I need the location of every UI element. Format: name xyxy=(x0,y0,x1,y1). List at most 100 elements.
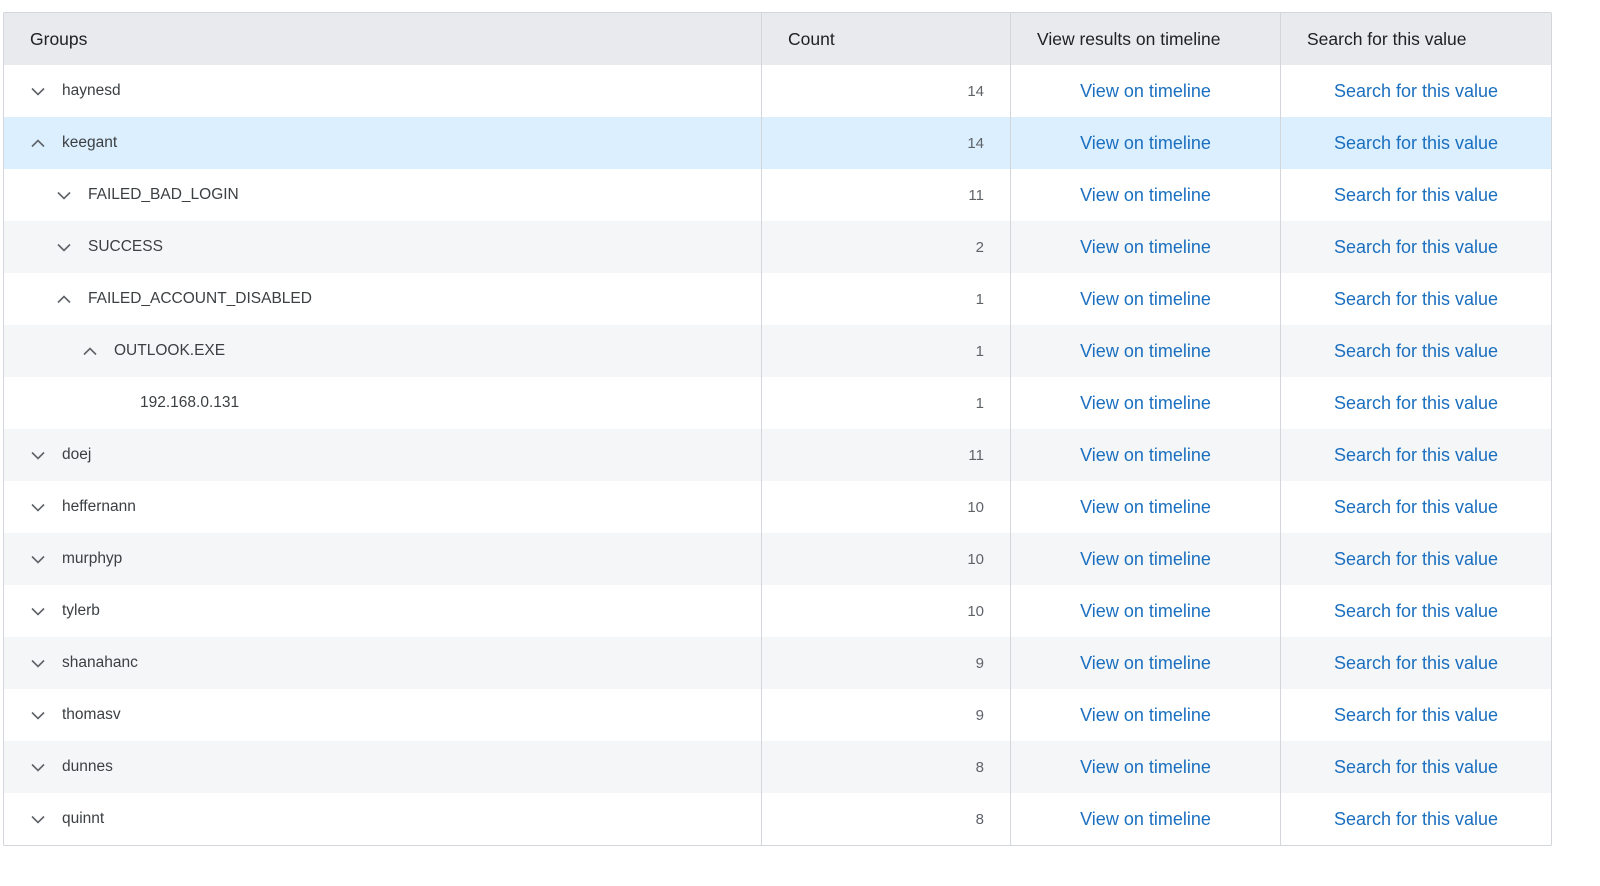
group-label: FAILED_ACCOUNT_DISABLED xyxy=(88,290,312,307)
search-cell: Search for this value xyxy=(1281,377,1551,429)
view-on-timeline-link[interactable]: View on timeline xyxy=(1080,549,1211,570)
group-label: thomasv xyxy=(62,706,121,723)
group-cell: dunnes xyxy=(4,741,762,793)
search-for-value-link[interactable]: Search for this value xyxy=(1334,133,1498,154)
group-label: quinnt xyxy=(62,810,105,827)
table-row[interactable]: heffernann 10 View on timeline Search for t… xyxy=(4,481,1551,533)
table-row[interactable]: dunnes 8 View on timeline Search for this v… xyxy=(4,741,1551,793)
search-cell: Search for this value xyxy=(1281,117,1551,169)
search-for-value-link[interactable]: Search for this value xyxy=(1334,549,1498,570)
chevron-down-icon[interactable] xyxy=(30,551,46,567)
chevron-down-icon[interactable] xyxy=(56,239,72,255)
view-on-timeline-link[interactable]: View on timeline xyxy=(1080,497,1211,518)
search-for-value-link[interactable]: Search for this value xyxy=(1334,601,1498,622)
count-cell: 14 xyxy=(762,65,1011,117)
view-on-timeline-link[interactable]: View on timeline xyxy=(1080,341,1211,362)
chevron-up-icon[interactable] xyxy=(30,135,46,151)
search-for-value-link[interactable]: Search for this value xyxy=(1334,185,1498,206)
view-on-timeline-link[interactable]: View on timeline xyxy=(1080,757,1211,778)
group-label: tylerb xyxy=(62,602,100,619)
group-cell: doej xyxy=(4,429,762,481)
chevron-down-icon[interactable] xyxy=(30,83,46,99)
search-for-value-link[interactable]: Search for this value xyxy=(1334,497,1498,518)
search-cell: Search for this value xyxy=(1281,325,1551,377)
group-cell: tylerb xyxy=(4,585,762,637)
table-row[interactable]: OUTLOOK.EXE 1 View on timeline Search for t… xyxy=(4,325,1551,377)
view-on-timeline-link[interactable]: View on timeline xyxy=(1080,705,1211,726)
chevron-down-icon[interactable] xyxy=(30,499,46,515)
view-on-timeline-link[interactable]: View on timeline xyxy=(1080,653,1211,674)
search-for-value-link[interactable]: Search for this value xyxy=(1334,445,1498,466)
count-cell: 8 xyxy=(762,793,1011,845)
group-label: doej xyxy=(62,446,92,463)
view-cell: View on timeline xyxy=(1011,377,1281,429)
chevron-down-icon[interactable] xyxy=(30,603,46,619)
view-on-timeline-link[interactable]: View on timeline xyxy=(1080,445,1211,466)
view-on-timeline-link[interactable]: View on timeline xyxy=(1080,81,1211,102)
count-cell: 10 xyxy=(762,585,1011,637)
view-cell: View on timeline xyxy=(1011,169,1281,221)
view-on-timeline-link[interactable]: View on timeline xyxy=(1080,133,1211,154)
group-cell: SUCCESS xyxy=(4,221,762,273)
search-for-value-link[interactable]: Search for this value xyxy=(1334,341,1498,362)
search-for-value-link[interactable]: Search for this value xyxy=(1334,81,1498,102)
chevron-down-icon[interactable] xyxy=(30,811,46,827)
view-on-timeline-link[interactable]: View on timeline xyxy=(1080,289,1211,310)
column-header-count[interactable]: Count xyxy=(762,13,1011,65)
table-row[interactable]: SUCCESS 2 View on timeline Search for this … xyxy=(4,221,1551,273)
search-cell: Search for this value xyxy=(1281,273,1551,325)
search-for-value-link[interactable]: Search for this value xyxy=(1334,289,1498,310)
view-cell: View on timeline xyxy=(1011,273,1281,325)
view-cell: View on timeline xyxy=(1011,793,1281,845)
search-for-value-link[interactable]: Search for this value xyxy=(1334,757,1498,778)
search-for-value-link[interactable]: Search for this value xyxy=(1334,705,1498,726)
chevron-down-icon[interactable] xyxy=(56,187,72,203)
search-cell: Search for this value xyxy=(1281,429,1551,481)
search-for-value-link[interactable]: Search for this value xyxy=(1334,809,1498,830)
column-header-groups[interactable]: Groups xyxy=(4,13,762,65)
search-for-value-link[interactable]: Search for this value xyxy=(1334,237,1498,258)
chevron-down-icon[interactable] xyxy=(30,447,46,463)
column-header-search-value[interactable]: Search for this value xyxy=(1281,13,1551,65)
column-header-view-timeline[interactable]: View results on timeline xyxy=(1011,13,1281,65)
table-body: haynesd 14 View on timeline Search for this… xyxy=(4,65,1551,845)
view-on-timeline-link[interactable]: View on timeline xyxy=(1080,237,1211,258)
group-cell: keegant xyxy=(4,117,762,169)
search-for-value-link[interactable]: Search for this value xyxy=(1334,393,1498,414)
group-cell: heffernann xyxy=(4,481,762,533)
view-cell: View on timeline xyxy=(1011,325,1281,377)
group-cell: 192.168.0.131 xyxy=(4,377,762,429)
group-cell: quinnt xyxy=(4,793,762,845)
search-for-value-link[interactable]: Search for this value xyxy=(1334,653,1498,674)
search-cell: Search for this value xyxy=(1281,585,1551,637)
table-row[interactable]: doej 11 View on timeline Search for this va… xyxy=(4,429,1551,481)
chevron-down-icon[interactable] xyxy=(30,759,46,775)
table-row[interactable]: thomasv 9 View on timeline Search for this … xyxy=(4,689,1551,741)
view-on-timeline-link[interactable]: View on timeline xyxy=(1080,809,1211,830)
table-row[interactable]: tylerb 10 View on timeline Search for this … xyxy=(4,585,1551,637)
chevron-down-icon[interactable] xyxy=(30,707,46,723)
table-row[interactable]: 192.168.0.131 1 View on timeline Search for… xyxy=(4,377,1551,429)
table-row[interactable]: shanahanc 9 View on timeline Search for thi… xyxy=(4,637,1551,689)
count-cell: 2 xyxy=(762,221,1011,273)
view-cell: View on timeline xyxy=(1011,117,1281,169)
count-cell: 9 xyxy=(762,637,1011,689)
view-cell: View on timeline xyxy=(1011,221,1281,273)
table-row[interactable]: murphyp 10 View on timeline Search for this… xyxy=(4,533,1551,585)
view-on-timeline-link[interactable]: View on timeline xyxy=(1080,393,1211,414)
chevron-up-icon[interactable] xyxy=(56,291,72,307)
table-row[interactable]: haynesd 14 View on timeline Search for this… xyxy=(4,65,1551,117)
chevron-down-icon[interactable] xyxy=(30,655,46,671)
view-cell: View on timeline xyxy=(1011,481,1281,533)
group-label: 192.168.0.131 xyxy=(140,394,240,411)
chevron-up-icon[interactable] xyxy=(82,343,98,359)
count-cell: 10 xyxy=(762,533,1011,585)
view-on-timeline-link[interactable]: View on timeline xyxy=(1080,185,1211,206)
group-cell: OUTLOOK.EXE xyxy=(4,325,762,377)
table-row[interactable]: FAILED_ACCOUNT_DISABLED 1 View on timeline… xyxy=(4,273,1551,325)
table-row[interactable]: FAILED_BAD_LOGIN 11 View on timeline Search… xyxy=(4,169,1551,221)
table-row[interactable]: quinnt 8 View on timeline Search for this v… xyxy=(4,793,1551,845)
table-row[interactable]: keegant 14 View on timeline Search for this… xyxy=(4,117,1551,169)
view-on-timeline-link[interactable]: View on timeline xyxy=(1080,601,1211,622)
search-cell: Search for this value xyxy=(1281,637,1551,689)
